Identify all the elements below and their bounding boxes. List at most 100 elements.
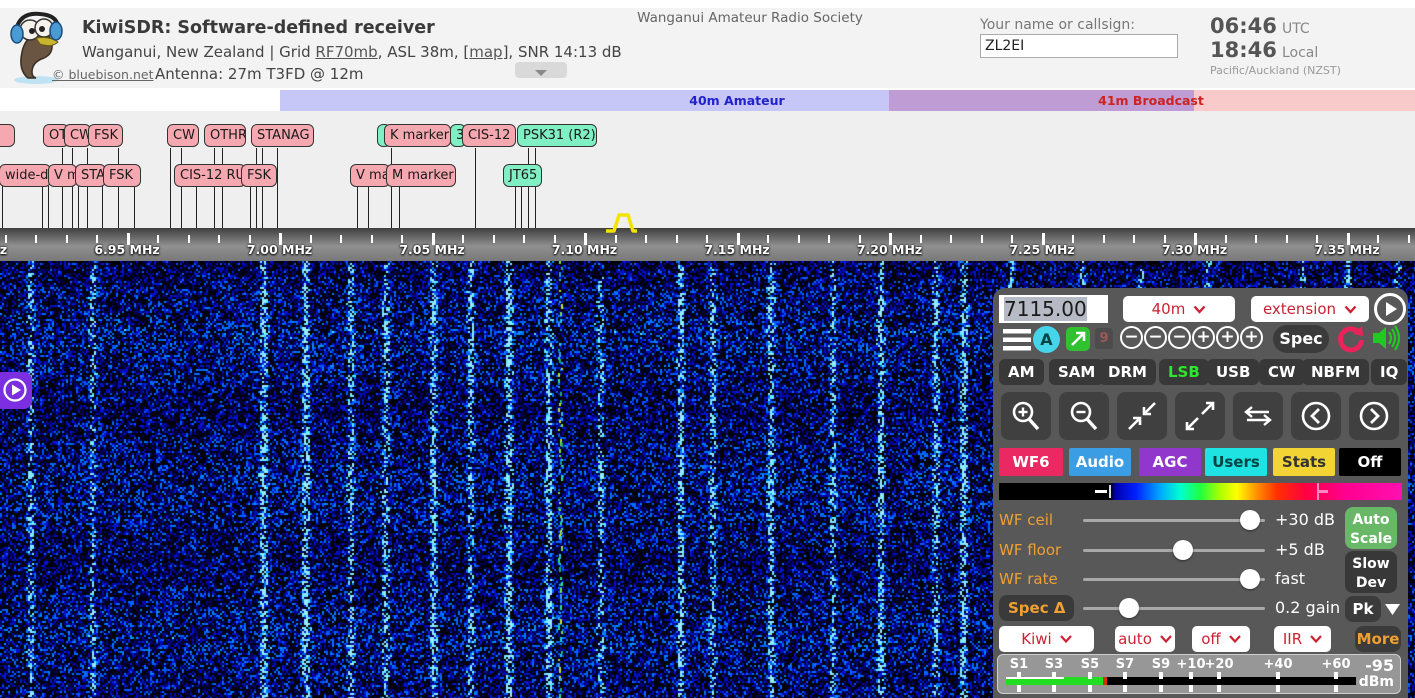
tab-off[interactable]: Off [1339,448,1401,476]
band-type-label[interactable]: CIS-12 [462,124,516,147]
location-text-mid: , ASL 38m, [ [378,43,470,61]
band-type-label[interactable]: K marker [384,124,451,147]
zoom-out-step-button[interactable]: − [1168,326,1191,349]
spec-delta-button[interactable]: Spec Δ [999,595,1074,621]
mode-button-am[interactable]: AM [999,359,1044,385]
mode-button-iq[interactable]: IQ [1371,359,1407,385]
start-extension-button[interactable] [1374,293,1406,325]
scale-frequency-label: 7.20 MHz [857,242,922,257]
zoom-max-out-button[interactable] [1175,392,1225,440]
tab-users[interactable]: Users [1205,448,1267,476]
colormap-floor-line [1109,485,1111,498]
frequency-input[interactable]: 7115.00 [999,295,1108,323]
dropdown-auto[interactable]: auto [1115,626,1175,652]
waterfall-play-button[interactable] [0,372,32,409]
band-type-label[interactable]: V ma [350,164,390,187]
zoom-out-step-button[interactable]: − [1144,326,1167,349]
zoom-in-step-button[interactable]: + [1240,326,1263,349]
spec-button[interactable]: Spec [1273,325,1329,353]
magnify-minus-button[interactable] [1059,392,1109,440]
band-type-label[interactable]: CIS-12 RU [174,164,246,187]
page-right-button[interactable] [1349,392,1399,440]
owner-info: Wanganui Amateur Radio Society [560,10,940,26]
band-type-label[interactable]: PSK31 (R2) [517,124,597,147]
label-stem [368,186,369,228]
peak-dropdown-icon[interactable] [1385,604,1400,615]
passband-fit-button[interactable] [1233,392,1283,440]
slider-thumb[interactable] [1240,510,1260,530]
band-select[interactable]: 40m [1123,296,1235,322]
label-stem [357,186,358,228]
link-share-button[interactable] [1066,327,1090,351]
audio-comp-button[interactable]: A [1033,326,1060,353]
grid-link[interactable]: RF70mb [315,43,377,61]
tab-stats[interactable]: Stats [1273,448,1335,476]
callsign-input[interactable] [980,34,1178,58]
band-type-label[interactable]: FSK [103,164,141,187]
band-type-label[interactable]: K' [0,124,15,147]
peak-button[interactable]: Pk [1345,596,1381,622]
slider-track[interactable] [1083,607,1265,610]
s-meter-tick [1017,672,1021,679]
utc-time: 06:46 [1210,14,1277,38]
band-type-label[interactable]: FSK [88,124,123,147]
band-type-label[interactable]: STANAG [251,124,314,147]
page-left-button[interactable] [1291,392,1341,440]
zoom-to-band-button[interactable] [1117,392,1167,440]
tuning-passband-icon[interactable] [604,210,644,234]
scale-frequency-label: 7.30 MHz [1162,242,1227,257]
slider-thumb[interactable] [1119,598,1139,618]
s-meter-tick [1017,685,1021,692]
band-type-label[interactable]: V m [48,164,77,187]
control-panel: 7115.00 40m extension A 9 −−−+++ Spec [993,288,1408,698]
dropdown-kiwi[interactable]: Kiwi [999,626,1094,652]
mode-button-sam[interactable]: SAM [1049,359,1104,385]
band-type-label[interactable]: JT65 [503,164,542,187]
magnify-plus-button[interactable] [1001,392,1051,440]
map-link[interactable]: map [469,43,502,61]
label-stem [222,148,223,228]
zoom-in-step-button[interactable]: + [1216,326,1239,349]
label-stem [250,186,251,228]
tab-wf6[interactable]: WF6 [999,448,1063,476]
mode-button-cw[interactable]: CW [1259,359,1305,385]
photo-credit-link[interactable]: © bluebison.net [52,67,153,82]
speaker-icon[interactable] [1372,324,1402,352]
frequency-scale[interactable]: 6.90 MHz6.95 MHz7.00 MHz7.05 MHz7.10 MHz… [0,228,1415,261]
auto-scale-button[interactable]: Auto Scale [1345,507,1397,549]
band-type-label[interactable]: OTHR [204,124,246,147]
refresh-icon[interactable] [1337,325,1365,353]
slider-track[interactable] [1083,519,1265,522]
mode-button-lsb[interactable]: LSB [1159,359,1209,385]
band-type-label[interactable]: FSK [241,164,277,187]
zoom-in-step-button[interactable]: + [1192,326,1215,349]
label-stem [528,148,529,228]
slow-dev-button[interactable]: Slow Dev [1345,551,1397,593]
extension-select[interactable]: extension [1251,296,1369,322]
dropdown-off[interactable]: off [1192,626,1250,652]
slider-label: WF floor [999,541,1061,559]
band-type-label[interactable]: wide-di [0,164,51,187]
slider-thumb[interactable] [1240,569,1260,589]
band-type-label[interactable]: M marker [386,164,456,187]
hide-topbar-tab[interactable] [515,62,567,78]
menu-icon[interactable] [1003,329,1031,351]
dropdown-iir[interactable]: IIR [1274,626,1331,652]
slider-row-3: WF ratefast [999,566,1402,592]
slider-track[interactable] [1083,578,1265,581]
label-stem [399,186,400,228]
slow-dev-line1: Slow [1345,555,1397,574]
slider-track[interactable] [1083,549,1265,552]
scale-tick [523,235,525,243]
mode-button-nbfm[interactable]: NBFM [1302,359,1369,385]
mode-button-usb[interactable]: USB [1207,359,1259,385]
band-type-label[interactable]: STA [75,164,106,187]
tab-agc[interactable]: AGC [1139,448,1201,476]
band-type-label[interactable]: CW [167,124,199,147]
more-button[interactable]: More [1355,626,1401,652]
band-type-label[interactable]: CW [64,124,91,147]
zoom-out-step-button[interactable]: − [1120,326,1143,349]
mode-button-drm[interactable]: DRM [1099,359,1156,385]
tab-audio[interactable]: Audio [1069,448,1131,476]
slider-thumb[interactable] [1173,540,1193,560]
